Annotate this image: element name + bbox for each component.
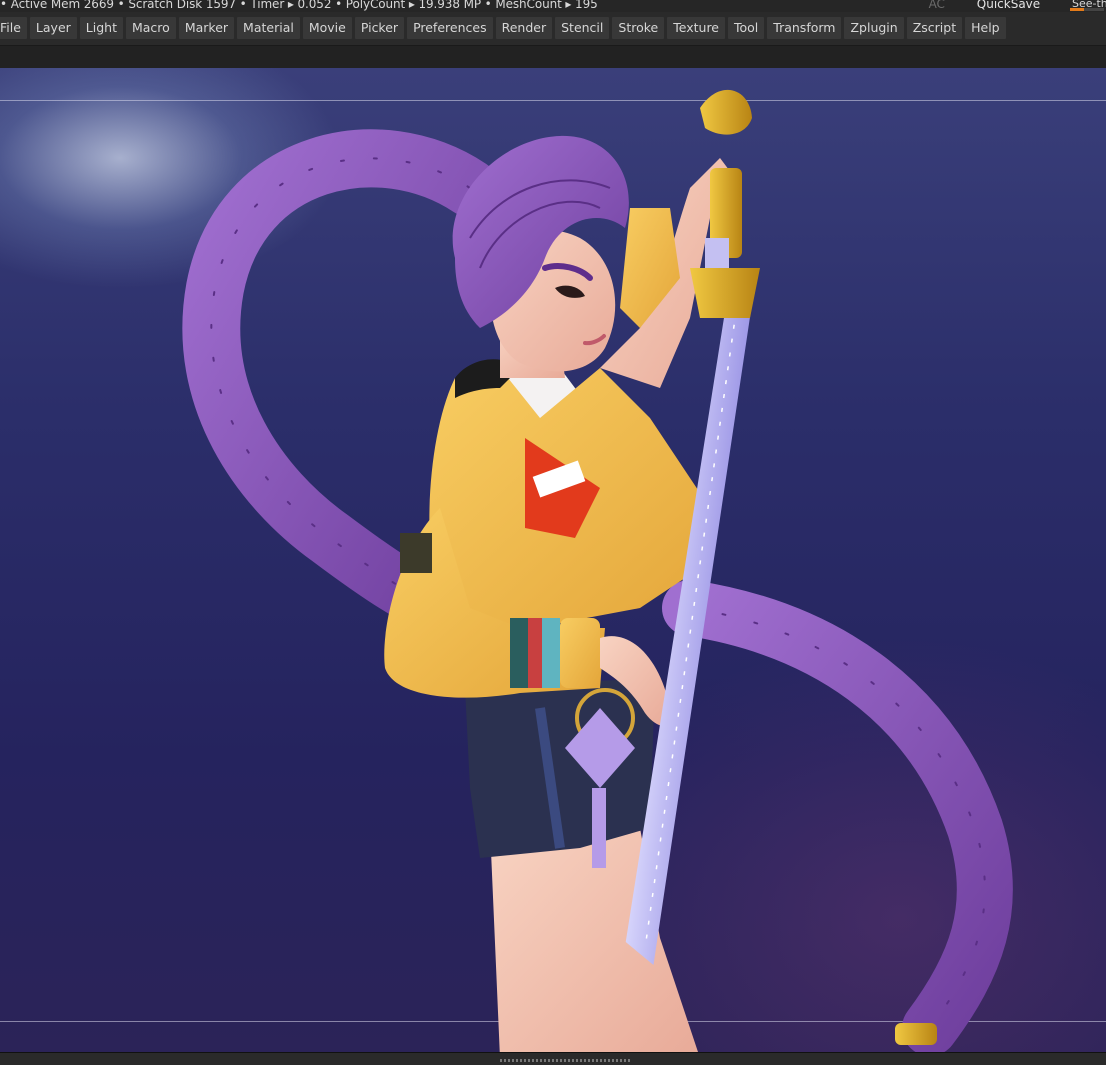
- menu-item-zplugin[interactable]: Zplugin: [844, 17, 904, 39]
- status-info: • Active Mem 2669 • Scratch Disk 1597 • …: [0, 0, 598, 11]
- sculpt-model[interactable]: [0, 68, 1106, 1052]
- menu-item-material[interactable]: Material: [237, 17, 300, 39]
- menu-item-texture[interactable]: Texture: [667, 17, 725, 39]
- menu-bar: File Layer Light Macro Marker Material Movie Pi…: [0, 12, 1106, 46]
- see-through-slider[interactable]: See-through: [1070, 0, 1106, 12]
- menu-item-transform[interactable]: Transform: [767, 17, 842, 39]
- menu-item-movie[interactable]: Movie: [302, 17, 352, 39]
- menu-item-tool[interactable]: Tool: [728, 17, 765, 39]
- menu-item-macro[interactable]: Macro: [125, 17, 176, 39]
- braid-right: [662, 580, 1013, 1052]
- menu-list: File Layer Light Macro Marker Material Movie Pi…: [0, 17, 1006, 39]
- see-through-fill: [1070, 8, 1084, 11]
- braid-cuff: [895, 1023, 937, 1045]
- sleeve-badge: [400, 533, 432, 573]
- status-bar: • Active Mem 2669 • Scratch Disk 1597 • …: [0, 0, 1106, 12]
- menu-item-layer[interactable]: Layer: [29, 17, 77, 39]
- quicksave-button[interactable]: QuickSave: [977, 0, 1040, 11]
- ac-label: AC: [928, 0, 945, 11]
- status-right-group: AC QuickSave See-through: [929, 0, 1106, 12]
- resize-handle[interactable]: [500, 1059, 630, 1062]
- menu-item-file[interactable]: File: [0, 17, 27, 39]
- canvas-viewport[interactable]: [0, 68, 1106, 1052]
- sword-pommel: [700, 89, 752, 135]
- menu-item-render[interactable]: Render: [495, 17, 553, 39]
- menu-shelf: [0, 46, 1106, 68]
- menu-item-stencil[interactable]: Stencil: [555, 17, 610, 39]
- menu-item-marker[interactable]: Marker: [178, 17, 235, 39]
- menu-item-picker[interactable]: Picker: [354, 17, 405, 39]
- menu-item-zscript[interactable]: Zscript: [906, 17, 963, 39]
- menu-item-light[interactable]: Light: [79, 17, 123, 39]
- menu-item-preferences[interactable]: Preferences: [407, 17, 493, 39]
- bottom-bar: [0, 1052, 1106, 1065]
- see-through-track: [1070, 8, 1104, 11]
- menu-item-stroke[interactable]: Stroke: [612, 17, 665, 39]
- sword-guard: [690, 268, 760, 318]
- menu-item-help[interactable]: Help: [965, 17, 1006, 39]
- sleeve-cuff: [510, 618, 600, 688]
